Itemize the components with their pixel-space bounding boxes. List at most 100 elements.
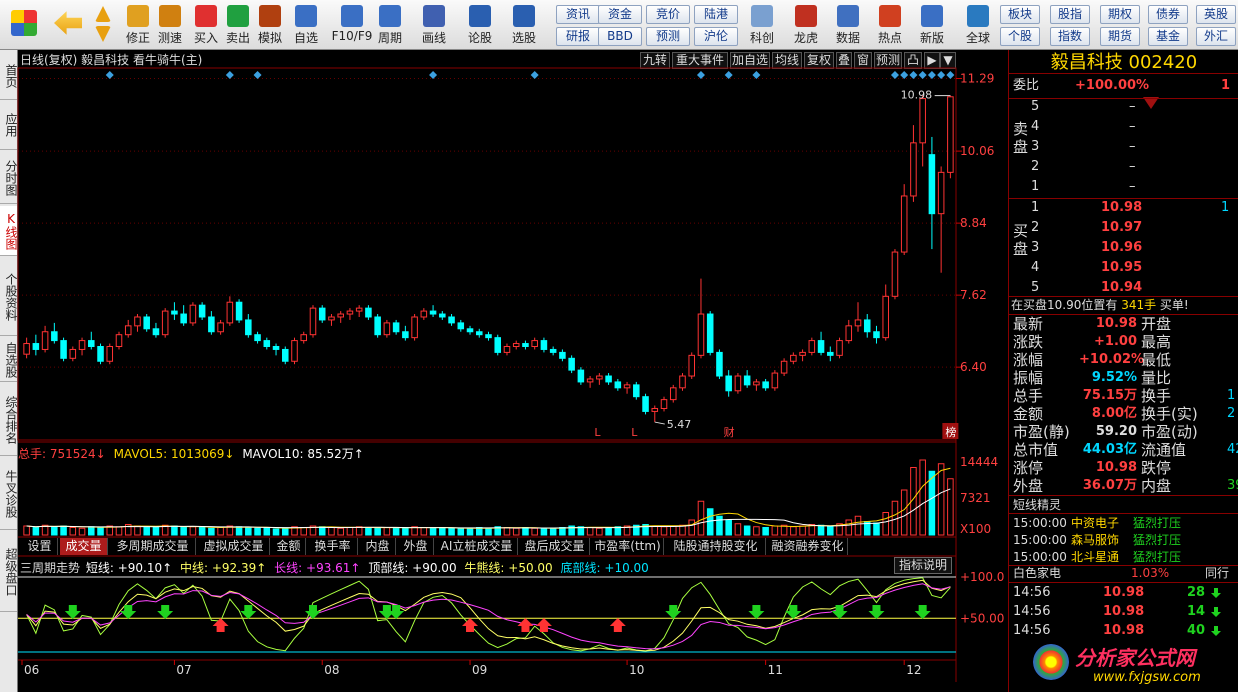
volume-bar[interactable] <box>928 470 936 536</box>
volume-bar[interactable] <box>753 526 760 536</box>
candle-body[interactable] <box>448 316 455 324</box>
volume-bar[interactable] <box>189 526 197 536</box>
volume-bar[interactable] <box>198 527 206 536</box>
chart-marker[interactable]: 榜 <box>945 425 956 439</box>
candle-body[interactable] <box>919 98 926 144</box>
volume-bar[interactable] <box>51 526 58 536</box>
candle-body[interactable] <box>623 384 631 389</box>
candle-body[interactable] <box>208 316 215 333</box>
volume-bar[interactable] <box>355 526 363 536</box>
volume-bar[interactable] <box>503 527 511 536</box>
candle-body[interactable] <box>346 310 354 315</box>
subtab-3[interactable]: 虚拟成交量 <box>198 538 270 555</box>
subtab-0[interactable]: 设置 <box>22 538 58 555</box>
candle-body[interactable] <box>198 304 206 318</box>
volume-bar[interactable] <box>263 527 271 536</box>
candle-body[interactable] <box>614 381 622 389</box>
candle-body[interactable] <box>420 310 428 318</box>
down-arrow-signal-icon[interactable] <box>157 605 174 619</box>
event-diamond-icon[interactable] <box>253 71 262 79</box>
volume-bar[interactable] <box>669 525 677 536</box>
volume-bar[interactable] <box>282 527 289 536</box>
candle-body[interactable] <box>706 313 714 353</box>
subtab-4[interactable]: 金额 <box>272 538 306 555</box>
candle-body[interactable] <box>328 316 335 321</box>
candle-body[interactable] <box>928 154 936 215</box>
volume-bar[interactable] <box>790 526 797 536</box>
volume-bar[interactable] <box>854 515 862 536</box>
volume-bar[interactable] <box>531 527 538 536</box>
volume-bar[interactable] <box>245 527 252 536</box>
candle-body[interactable] <box>577 369 585 383</box>
candle-body[interactable] <box>217 322 224 333</box>
event-diamond-icon[interactable] <box>429 71 438 79</box>
candle-body[interactable] <box>392 322 400 333</box>
candle-body[interactable] <box>771 372 779 389</box>
candle-body[interactable] <box>688 354 695 377</box>
candle-body[interactable] <box>374 316 381 336</box>
candle-body[interactable] <box>78 340 86 350</box>
volume-bar[interactable] <box>328 527 335 536</box>
candle-body[interactable] <box>512 343 520 348</box>
volume-bar[interactable] <box>605 527 612 536</box>
volume-bar[interactable] <box>549 527 557 536</box>
candle-body[interactable] <box>189 304 197 324</box>
volume-bar[interactable] <box>208 527 215 536</box>
up-arrow-signal-icon[interactable] <box>535 618 552 632</box>
up-arrow-signal-icon[interactable] <box>609 618 626 632</box>
quick-button-10[interactable]: 期权 <box>1100 5 1140 24</box>
down-arrow-signal-icon[interactable] <box>64 605 81 619</box>
candle-body[interactable] <box>900 195 908 253</box>
candle-body[interactable] <box>725 375 732 392</box>
event-diamond-icon[interactable] <box>105 71 114 79</box>
kline-chart-area[interactable]: 11.29 10.06 8.84 7.62 6.40 10.98 5.47 L L 财 榜 14444… <box>0 0 1008 692</box>
candle-body[interactable] <box>32 343 40 350</box>
volume-bar[interactable] <box>180 527 187 536</box>
candle-body[interactable] <box>429 310 437 315</box>
candle-body[interactable] <box>882 295 889 339</box>
candle-body[interactable] <box>475 331 483 336</box>
volume-bar[interactable] <box>272 528 280 536</box>
subtab-7[interactable]: 外盘 <box>398 538 434 555</box>
candle-body[interactable] <box>854 319 862 327</box>
event-diamond-icon[interactable] <box>937 71 946 79</box>
volume-bar[interactable] <box>716 515 723 536</box>
volume-bar[interactable] <box>383 527 391 536</box>
candle-body[interactable] <box>365 307 372 318</box>
sector-tail[interactable]: 同行 <box>1205 564 1229 582</box>
candle-body[interactable] <box>937 171 945 215</box>
volume-bar[interactable] <box>725 519 732 536</box>
candle-body[interactable] <box>466 328 474 333</box>
volume-bar[interactable] <box>512 527 520 536</box>
candle-body[interactable] <box>355 307 363 312</box>
volume-bar[interactable] <box>300 527 308 536</box>
volume-bar[interactable] <box>337 527 344 536</box>
up-arrow-signal-icon[interactable] <box>462 618 479 632</box>
up-arrow-signal-icon[interactable] <box>212 618 229 632</box>
candle-body[interactable] <box>300 334 308 342</box>
candle-body[interactable] <box>863 319 871 333</box>
volume-bar[interactable] <box>60 525 67 536</box>
candle-body[interactable] <box>439 313 446 318</box>
event-diamond-icon[interactable] <box>752 71 761 79</box>
candle-body[interactable] <box>124 325 132 336</box>
volume-bar[interactable] <box>318 526 326 536</box>
volume-bar[interactable] <box>392 527 400 536</box>
candle-body[interactable] <box>411 316 418 339</box>
candle-body[interactable] <box>282 348 289 362</box>
candle-body[interactable] <box>152 328 160 336</box>
subtab-12[interactable]: 融资融券变化 <box>768 538 848 555</box>
volume-bar[interactable] <box>420 527 428 536</box>
quick-button-12[interactable]: 英股 <box>1196 5 1236 24</box>
volume-bar[interactable] <box>365 527 372 536</box>
volume-bar[interactable] <box>346 527 354 536</box>
candle-body[interactable] <box>790 354 797 362</box>
volume-bar[interactable] <box>827 525 834 536</box>
volume-bar[interactable] <box>919 459 926 536</box>
candle-body[interactable] <box>457 322 465 330</box>
volume-bar[interactable] <box>402 527 409 536</box>
subtab-5[interactable]: 换手率 <box>308 538 358 555</box>
down-arrow-signal-icon[interactable] <box>914 605 931 619</box>
volume-bar[interactable] <box>143 527 150 536</box>
volume-bar[interactable] <box>900 489 908 536</box>
